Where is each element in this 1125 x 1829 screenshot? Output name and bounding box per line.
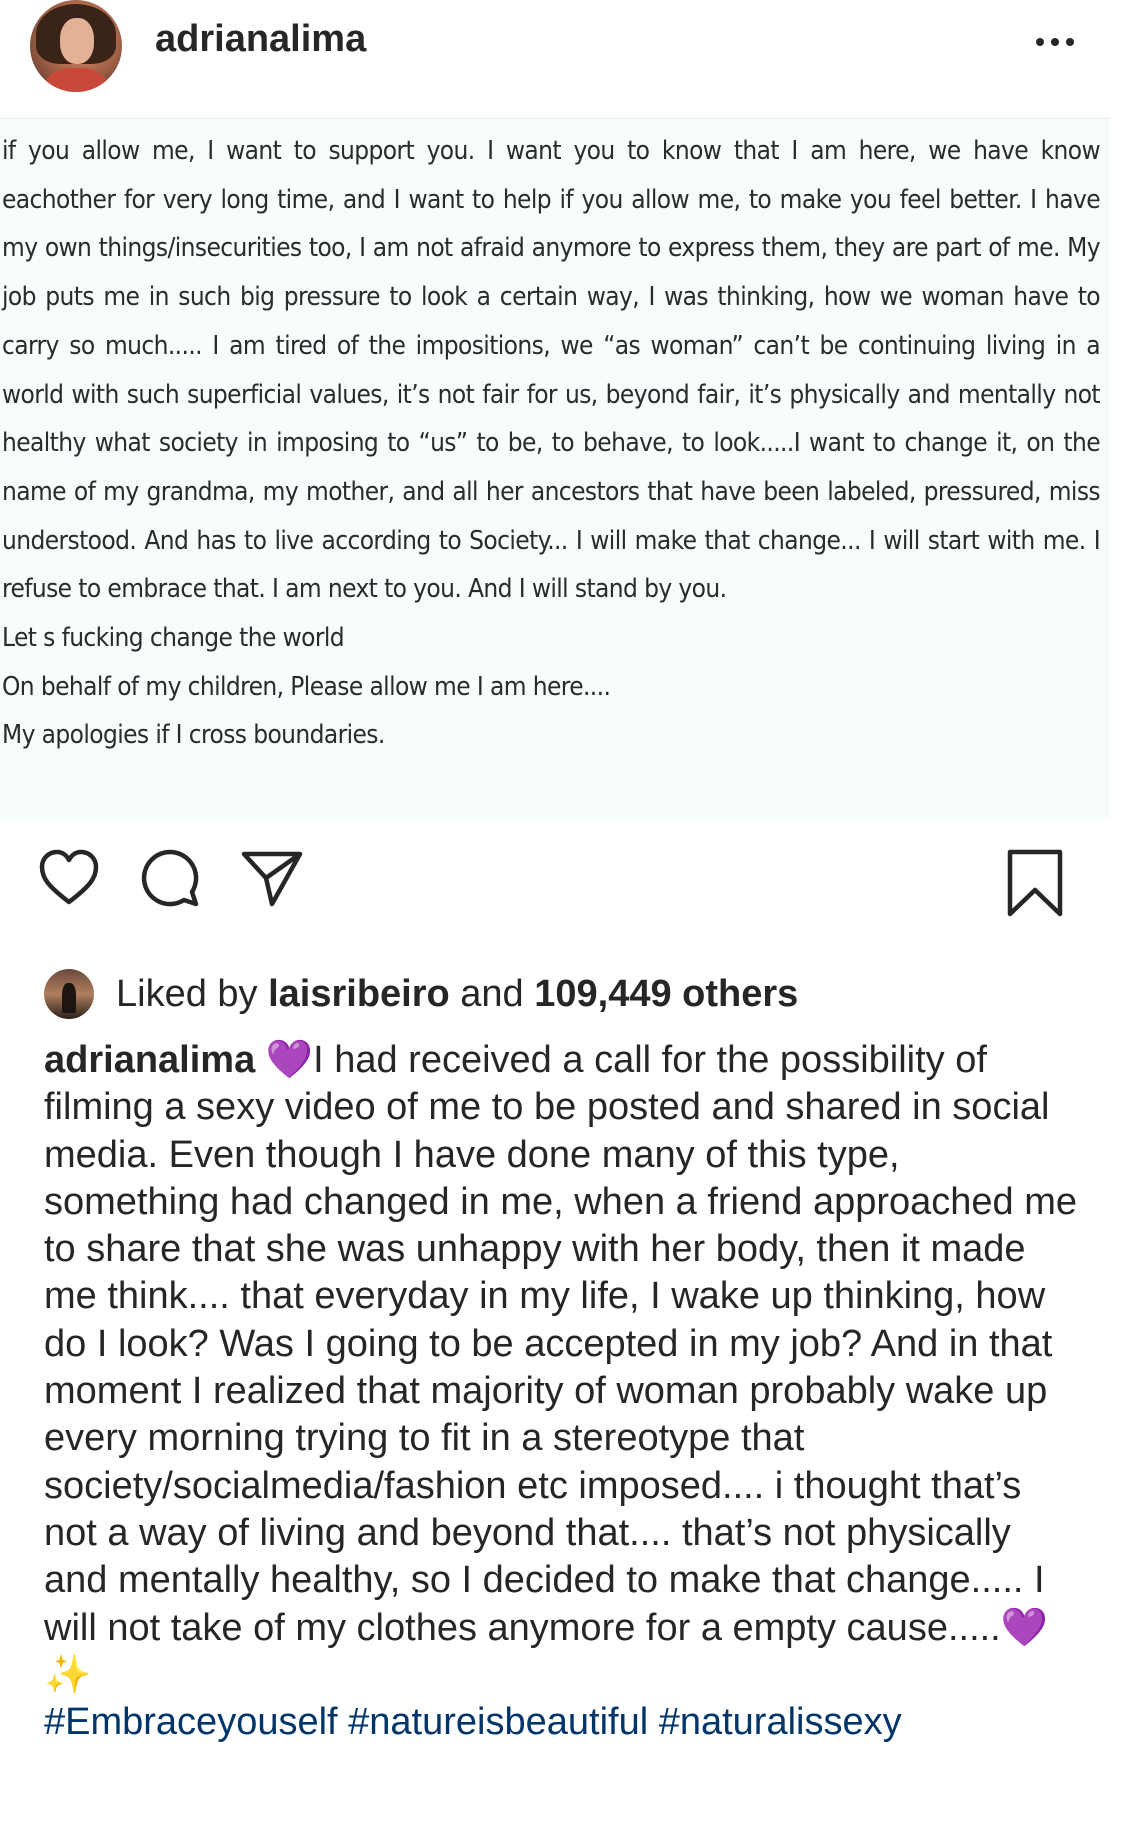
liker-avatar[interactable] — [44, 969, 94, 1019]
paper-plane-icon[interactable] — [240, 848, 304, 910]
likes-row[interactable]: Liked by laisribeiro and 109,449 others — [44, 968, 798, 1020]
post-image[interactable]: if you allow me, I want to support you. … — [0, 118, 1110, 819]
caption: adrianalima 💜I had received a call for t… — [44, 1037, 1084, 1746]
sparkles-icon: ✨ — [44, 1653, 92, 1696]
likes-text[interactable]: Liked by laisribeiro and 109,449 others — [116, 973, 798, 1016]
hashtag-link[interactable]: #Embraceyouself — [44, 1701, 338, 1743]
hashtag-link[interactable]: #naturalissexy — [659, 1701, 902, 1743]
caption-username[interactable]: adrianalima — [44, 1039, 255, 1081]
ellipsis-icon[interactable] — [1020, 22, 1090, 62]
purple-heart-icon: 💜 — [1000, 1606, 1049, 1649]
likes-count[interactable]: 109,449 others — [534, 973, 798, 1015]
hashtags: #Embraceyouself #natureisbeautiful #natu… — [44, 1701, 902, 1743]
liker-username[interactable]: laisribeiro — [268, 973, 450, 1015]
post-username[interactable]: adrianalima — [155, 18, 366, 61]
post-image-paragraph: if you allow me, I want to support you. … — [2, 136, 1101, 605]
caption-text: I had received a call for the possibilit… — [44, 1039, 1078, 1649]
post-image-line: My apologies if I cross boundaries. — [2, 720, 385, 751]
heart-icon[interactable] — [38, 848, 100, 910]
hashtag-link[interactable]: #natureisbeautiful — [348, 1701, 648, 1743]
post-header: adrianalima — [0, 0, 1125, 118]
bookmark-icon[interactable] — [1004, 848, 1066, 920]
comment-bubble-icon[interactable] — [140, 848, 202, 910]
profile-avatar[interactable] — [30, 0, 122, 92]
action-bar — [0, 848, 1125, 938]
post-image-line: On behalf of my children, Please allow m… — [2, 671, 611, 702]
purple-heart-icon: 💜 — [265, 1039, 314, 1081]
post-image-text: if you allow me, I want to support you. … — [2, 127, 1101, 760]
post-image-line: Let s fucking change the world — [2, 623, 345, 654]
